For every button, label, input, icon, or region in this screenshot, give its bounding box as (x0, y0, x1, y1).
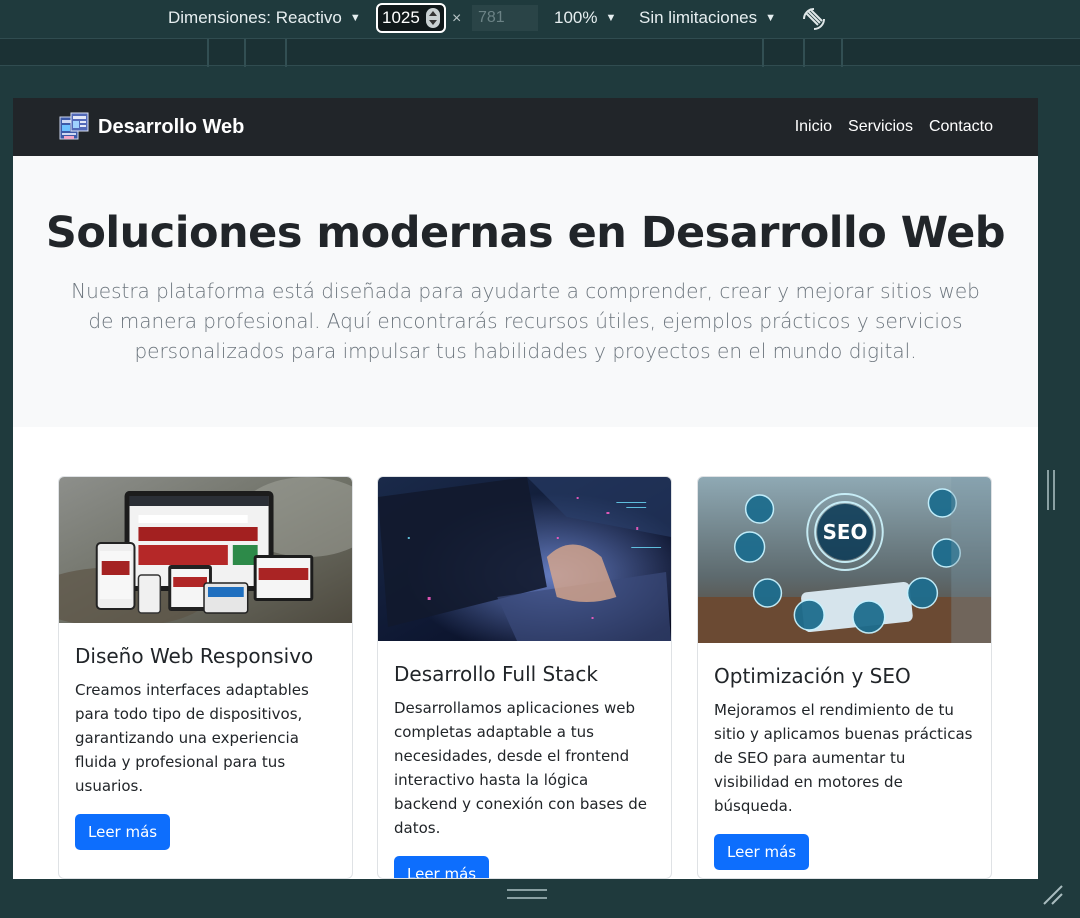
width-value: 1025 (382, 8, 420, 27)
card-body: Desarrollo Full Stack Desarrollamos apli… (378, 646, 671, 878)
hero-section: Soluciones modernas en Desarrollo Web Nu… (13, 156, 1038, 427)
spinner-icon[interactable] (426, 8, 440, 28)
seo-concept-image: SEO (698, 477, 991, 643)
card-full-stack: Desarrollo Full Stack Desarrollamos apli… (377, 476, 672, 879)
nav-links: Inicio Servicios Contacto (795, 118, 993, 136)
nav-link-contacto[interactable]: Contacto (929, 118, 993, 136)
dimensions-dropdown[interactable]: Dimensiones: Reactivo ▼ (168, 8, 361, 28)
navbar-brand[interactable]: Desarrollo Web (58, 111, 244, 143)
seo-badge-label: SEO (823, 521, 868, 544)
breakpoint-marker[interactable] (244, 39, 246, 67)
card-responsive-design: Diseño Web Responsivo Creamos interfaces… (58, 476, 353, 879)
card-text: Desarrollamos aplicaciones web completas… (394, 699, 647, 837)
zoom-label: 100% (554, 8, 598, 27)
media-query-bar (0, 38, 1080, 67)
bottom-resize-handle[interactable] (507, 889, 547, 899)
dimensions-label: Dimensiones: Reactivo (168, 8, 342, 27)
card-seo: SEO Optimización y SEO Mejoramos el rend… (697, 476, 992, 879)
brand-label: Desarrollo Web (98, 115, 245, 138)
breakpoint-marker[interactable] (285, 39, 287, 67)
device-viewport: Desarrollo Web Inicio Servicios Contacto… (13, 98, 1038, 879)
services-cards: Diseño Web Responsivo Creamos interfaces… (13, 427, 1038, 879)
chevron-down-icon: ▼ (349, 12, 361, 24)
card-text: Mejoramos el rendimiento de tu sitio y a… (714, 701, 973, 815)
rotate-icon[interactable] (800, 5, 828, 33)
card-title: Diseño Web Responsivo (75, 644, 314, 668)
zoom-dropdown[interactable]: 100% ▼ (554, 8, 616, 28)
breakpoint-marker[interactable] (207, 39, 209, 67)
chevron-down-icon: ▼ (605, 12, 617, 24)
responsive-devices-image (59, 477, 352, 627)
chevron-down-icon: ▼ (765, 12, 776, 24)
card-body: Optimización y SEO Mejoramos el rendimie… (698, 648, 991, 878)
nav-link-servicios[interactable]: Servicios (848, 118, 913, 136)
height-input[interactable]: 781 (472, 5, 538, 31)
laptop-coding-image (378, 477, 671, 641)
read-more-button[interactable]: Leer más (394, 856, 490, 878)
card-body: Diseño Web Responsivo Creamos interfaces… (59, 628, 352, 866)
breakpoint-marker[interactable] (803, 39, 805, 67)
hero-title: Soluciones modernas en Desarrollo Web (45, 208, 1006, 258)
card-text: Creamos interfaces adaptables para todo … (75, 681, 309, 795)
read-more-button[interactable]: Leer más (714, 834, 810, 870)
devtools-toolbar: Dimensiones: Reactivo ▼ 1025 × 781 100% … (0, 0, 1080, 38)
throttle-dropdown[interactable]: Sin limitaciones ▼ (639, 8, 776, 28)
hero-lead: Nuestra plataforma está diseñada para ay… (71, 279, 980, 363)
read-more-button[interactable]: Leer más (75, 814, 171, 850)
breakpoint-marker[interactable] (762, 39, 764, 67)
corner-resize-icon[interactable] (1042, 884, 1064, 906)
width-input[interactable]: 1025 (376, 3, 446, 33)
web-dev-logo-icon (59, 112, 89, 140)
right-resize-handle[interactable] (1047, 470, 1055, 510)
times-icon: × (452, 10, 462, 27)
breakpoint-marker[interactable] (841, 39, 843, 67)
card-title: Optimización y SEO (714, 664, 911, 688)
navbar: Desarrollo Web Inicio Servicios Contacto (13, 98, 1038, 156)
card-title: Desarrollo Full Stack (394, 662, 598, 686)
nav-link-inicio[interactable]: Inicio (795, 118, 832, 136)
throttle-label: Sin limitaciones (639, 8, 758, 27)
